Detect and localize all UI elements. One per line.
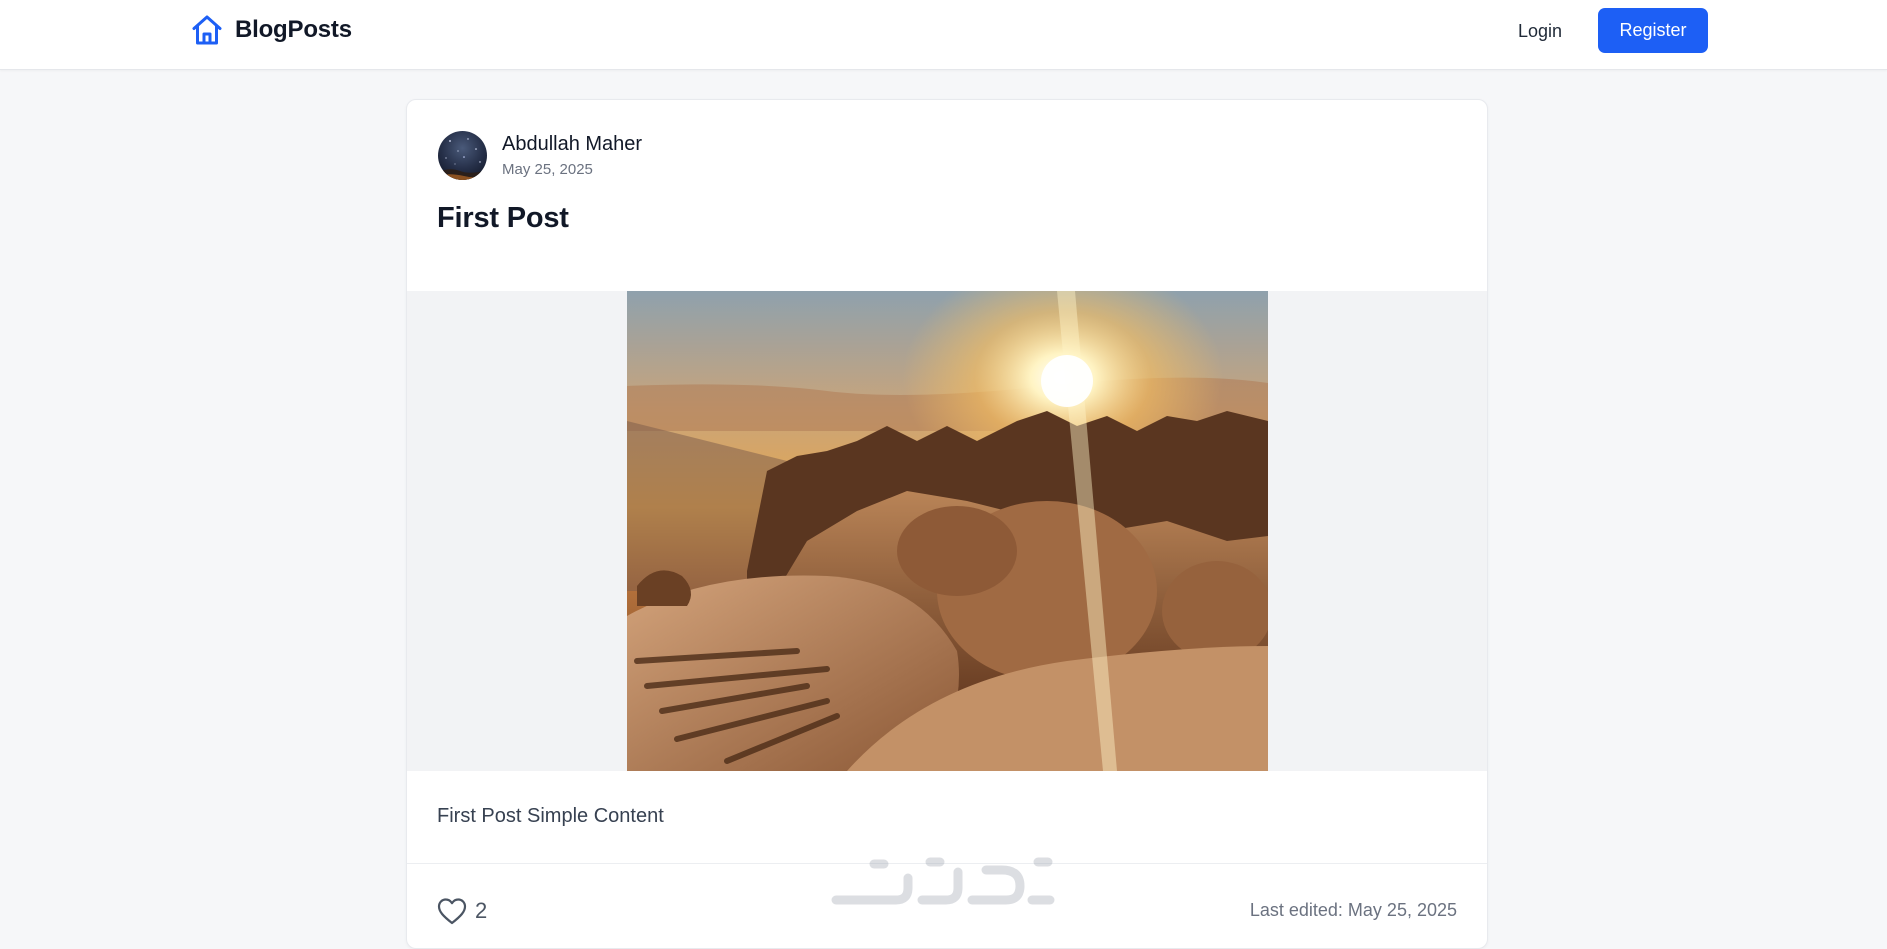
post-card: Abdullah Maher May 25, 2025 First Post F… — [406, 99, 1488, 949]
like-count: 2 — [475, 898, 488, 923]
author-avatar[interactable] — [438, 131, 487, 180]
post-title: First Post — [437, 202, 569, 234]
post-content: First Post Simple Content — [437, 805, 664, 827]
post-image-frame — [407, 291, 1487, 771]
top-navbar: BlogPosts Login Register — [0, 0, 1887, 70]
last-edited-text: Last edited: May 25, 2025 — [1249, 900, 1457, 920]
post-image — [627, 291, 1268, 771]
author-name[interactable]: Abdullah Maher — [502, 133, 642, 156]
heart-outline-icon — [437, 897, 467, 925]
register-button[interactable]: Register — [1598, 8, 1708, 53]
post-date: May 25, 2025 — [502, 161, 593, 178]
home-icon — [189, 12, 225, 48]
like-button[interactable]: 2 — [437, 896, 487, 926]
card-divider — [407, 863, 1487, 864]
brand-link[interactable]: BlogPosts — [189, 12, 352, 48]
brand-name: BlogPosts — [235, 16, 352, 43]
login-link[interactable]: Login — [1500, 16, 1580, 46]
